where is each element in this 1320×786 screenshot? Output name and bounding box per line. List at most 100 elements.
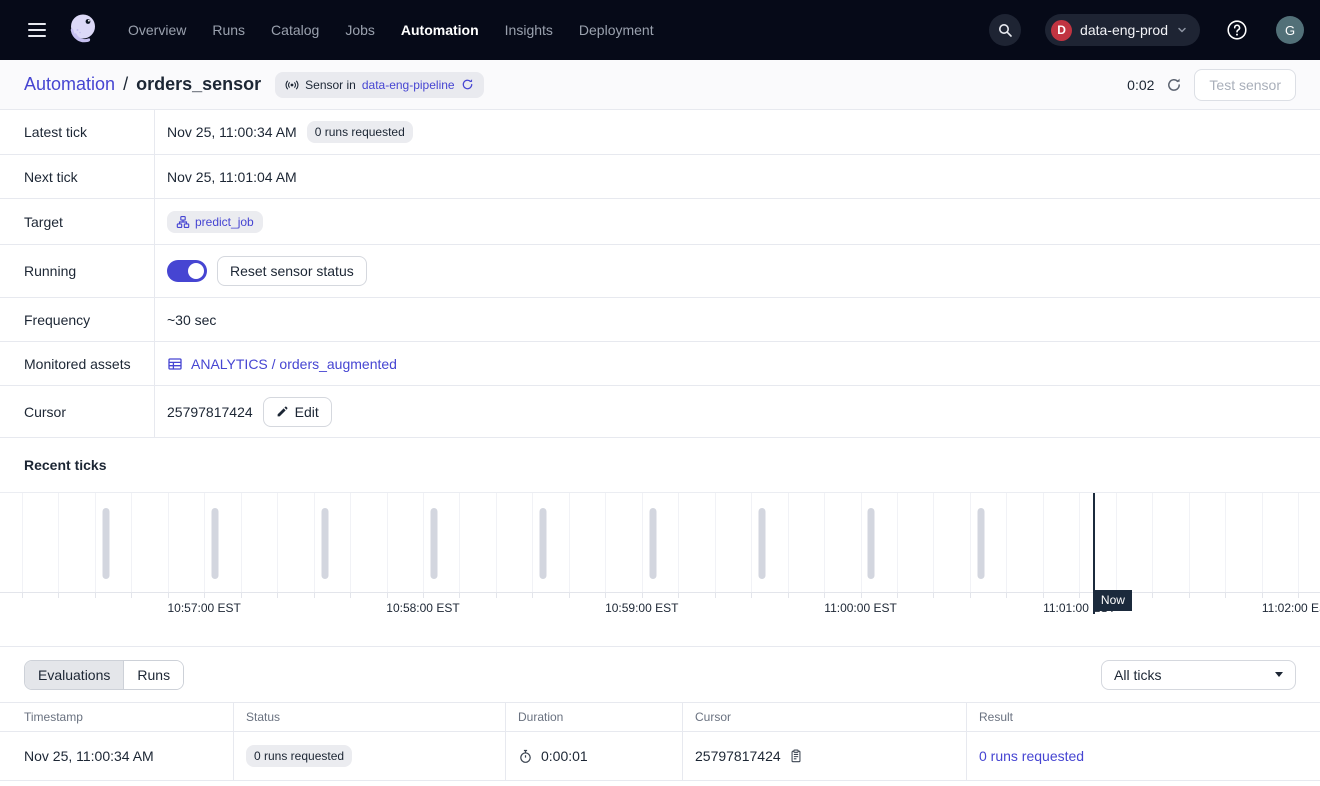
gridline xyxy=(569,493,570,592)
breadcrumb-automation-link[interactable]: Automation xyxy=(24,74,115,95)
running-label: Running xyxy=(0,245,155,297)
axis-tick xyxy=(95,593,96,598)
sensor-badge-prefix: Sensor in xyxy=(305,78,356,92)
axis-tick xyxy=(1298,593,1299,598)
now-marker-tag: Now xyxy=(1094,590,1132,611)
col-header-cursor: Cursor xyxy=(682,703,966,731)
primary-nav: Overview Runs Catalog Jobs Automation In… xyxy=(128,22,654,38)
recent-ticks-timeline: 10:57:00 EST10:58:00 EST10:59:00 EST11:0… xyxy=(0,492,1320,614)
menu-icon[interactable] xyxy=(20,13,54,47)
gridline xyxy=(1152,493,1153,592)
tab-runs[interactable]: Runs xyxy=(124,661,183,689)
target-job-chip[interactable]: predict_job xyxy=(167,211,263,233)
axis-tick xyxy=(605,593,606,598)
page-header: Automation / orders_sensor Sensor in dat… xyxy=(0,60,1320,110)
axis-tick xyxy=(241,593,242,598)
nav-item-insights[interactable]: Insights xyxy=(505,22,553,38)
monitored-asset-link[interactable]: ANALYTICS / orders_augmented xyxy=(167,356,397,372)
row-result-link[interactable]: 0 runs requested xyxy=(979,748,1084,764)
sensor-tick-bar[interactable] xyxy=(212,508,219,579)
gridline xyxy=(58,493,59,592)
axis-time-label: 10:57:00 EST xyxy=(167,601,240,614)
axis-tick xyxy=(861,593,862,598)
stopwatch-icon xyxy=(518,749,533,764)
gridline xyxy=(387,493,388,592)
nav-item-jobs[interactable]: Jobs xyxy=(345,22,375,38)
axis-tick xyxy=(715,593,716,598)
target-label: Target xyxy=(0,199,155,244)
axis-tick xyxy=(1079,593,1080,598)
refresh-countdown: 0:02 xyxy=(1127,77,1154,93)
gridline xyxy=(642,493,643,592)
search-icon[interactable] xyxy=(989,14,1021,46)
copy-clipboard-icon[interactable] xyxy=(789,749,803,763)
gridline xyxy=(1189,493,1190,592)
sensor-tick-bar[interactable] xyxy=(430,508,437,579)
row-cursor: Cursor 25797817424 Edit xyxy=(0,386,1320,438)
nav-item-overview[interactable]: Overview xyxy=(128,22,186,38)
axis-tick xyxy=(131,593,132,598)
latest-tick-status-badge: 0 runs requested xyxy=(307,121,413,143)
refresh-icon[interactable] xyxy=(1166,77,1182,93)
test-sensor-button[interactable]: Test sensor xyxy=(1194,69,1296,101)
deployment-switcher[interactable]: D data-eng-prod xyxy=(1045,14,1200,46)
reset-sensor-status-button[interactable]: Reset sensor status xyxy=(217,256,367,286)
tick-status-filter-select[interactable]: All ticks xyxy=(1101,660,1296,690)
evaluations-table-header: Timestamp Status Duration Cursor Result xyxy=(0,702,1320,732)
monitored-assets-label: Monitored assets xyxy=(0,342,155,385)
axis-tick xyxy=(642,593,643,598)
gridline xyxy=(22,493,23,592)
axis-tick xyxy=(788,593,789,598)
sensor-tick-bar[interactable] xyxy=(759,508,766,579)
sensor-tick-bar[interactable] xyxy=(321,508,328,579)
sensor-tick-bar[interactable] xyxy=(977,508,984,579)
axis-tick xyxy=(1225,593,1226,598)
gridline xyxy=(1262,493,1263,592)
nav-item-runs[interactable]: Runs xyxy=(212,22,245,38)
nav-item-automation[interactable]: Automation xyxy=(401,22,479,38)
cursor-value: 25797817424 xyxy=(167,404,253,420)
dagster-logo-icon[interactable] xyxy=(64,10,104,50)
gridline xyxy=(1043,493,1044,592)
next-tick-value: Nov 25, 11:01:04 AM xyxy=(167,169,297,185)
tab-evaluations[interactable]: Evaluations xyxy=(25,661,124,689)
gridline xyxy=(970,493,971,592)
nav-item-catalog[interactable]: Catalog xyxy=(271,22,319,38)
gridline xyxy=(459,493,460,592)
sensor-tick-bar[interactable] xyxy=(540,508,547,579)
table-row: Nov 25, 11:00:34 AM 0 runs requested 0:0… xyxy=(0,732,1320,781)
gridline xyxy=(350,493,351,592)
axis-tick xyxy=(897,593,898,598)
sensor-icon xyxy=(285,78,299,92)
sensor-tick-bar[interactable] xyxy=(102,508,109,579)
latest-tick-value: Nov 25, 11:00:34 AM xyxy=(167,124,297,140)
gridline xyxy=(1006,493,1007,592)
gridline xyxy=(241,493,242,592)
row-duration: 0:00:01 xyxy=(541,748,588,764)
deployment-initial-badge: D xyxy=(1051,20,1072,41)
help-icon[interactable] xyxy=(1222,15,1252,45)
job-icon xyxy=(176,215,190,229)
select-caret-icon xyxy=(1275,672,1283,677)
gridline xyxy=(95,493,96,592)
edit-cursor-button[interactable]: Edit xyxy=(263,397,332,427)
breadcrumb-separator: / xyxy=(123,74,128,95)
sensor-tick-bar[interactable] xyxy=(649,508,656,579)
gridline xyxy=(423,493,424,592)
sensor-tick-bar[interactable] xyxy=(868,508,875,579)
next-tick-label: Next tick xyxy=(0,155,155,198)
user-avatar[interactable]: G xyxy=(1276,16,1304,44)
row-cursor: 25797817424 xyxy=(695,748,781,764)
axis-tick xyxy=(22,593,23,598)
axis-time-label: 10:58:00 EST xyxy=(386,601,459,614)
pencil-icon xyxy=(276,405,289,418)
page-title: orders_sensor xyxy=(136,74,261,95)
col-header-timestamp: Timestamp xyxy=(0,703,233,731)
nav-item-deployment[interactable]: Deployment xyxy=(579,22,654,38)
row-timestamp: Nov 25, 11:00:34 AM xyxy=(24,748,154,764)
running-toggle[interactable] xyxy=(167,260,207,282)
axis-tick xyxy=(277,593,278,598)
reload-location-icon[interactable] xyxy=(461,78,474,91)
latest-tick-label: Latest tick xyxy=(0,110,155,154)
code-location-link[interactable]: data-eng-pipeline xyxy=(362,78,455,92)
